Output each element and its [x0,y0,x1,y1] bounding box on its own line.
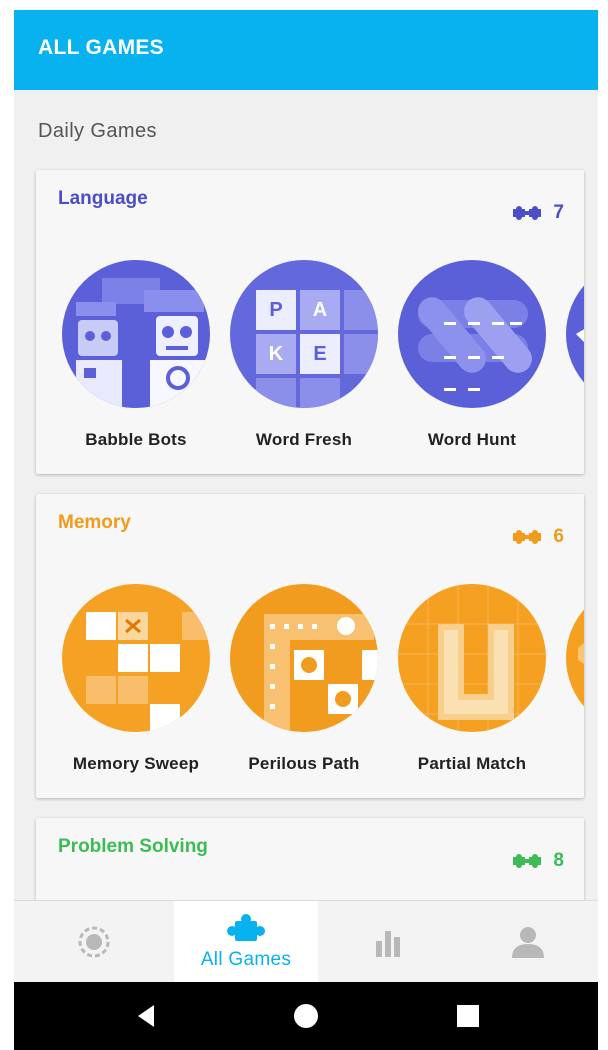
nav-item-stats[interactable] [318,901,458,983]
category-count: 6 [511,526,564,548]
word-fresh-icon: P A K E [230,260,378,408]
section-title: Daily Games [38,120,157,142]
babble-bots-icon [62,260,210,408]
app-screen: ALL GAMES Daily Games Language 7 Babble … [14,10,598,1050]
nav-label: All Games [200,949,292,970]
bottom-navigation: All Games [14,900,598,983]
partial-match-icon [398,584,546,732]
puzzle-icon [513,206,542,220]
game-label: Babble Bots [85,430,187,449]
game-word-fresh[interactable]: P A K E Word Fresh [224,260,384,450]
game-label: Memory Sweep [72,754,200,773]
category-count: 8 [511,850,564,872]
game-label: Partial Match [417,754,527,773]
category-count-value: 6 [553,526,564,547]
nav-item-daily[interactable] [14,901,174,983]
word-hunt-icon [398,260,546,408]
category-count: 7 [511,202,564,224]
category-title: Language [58,188,148,209]
partial-game-icon [566,260,584,408]
category-count-value: 7 [553,202,564,223]
category-title: Problem Solving [58,836,208,857]
back-icon[interactable] [132,1002,160,1030]
word-fresh-tile: E [313,342,327,365]
game-babble-bots[interactable]: Babble Bots [56,260,216,450]
recents-icon[interactable] [454,1002,482,1030]
games-row: Memory Sweep Perilous Path Partial Match [36,584,584,784]
category-count-value: 8 [553,850,564,871]
game-partial-next[interactable] [560,260,584,408]
partial-game-icon [566,584,584,732]
game-word-hunt[interactable]: Word Hunt [392,260,552,450]
game-memory-sweep[interactable]: Memory Sweep [56,584,216,774]
puzzle-icon [513,530,542,544]
game-partial-match[interactable]: Partial Match [392,584,552,774]
word-fresh-tile: P [269,298,283,321]
game-label: Word Hunt [427,430,517,449]
word-fresh-tile: A [312,298,328,321]
person-icon [512,927,544,958]
games-row: Babble Bots P A K E Word Fresh Word Hunt [36,260,584,460]
game-label: Word Fresh [255,430,353,449]
category-card-memory[interactable]: Memory 6 Memory Sweep Perilous Path Part… [36,494,584,798]
perilous-path-icon [230,584,378,732]
memory-sweep-icon [62,584,210,732]
category-title: Memory [58,512,131,533]
puzzle-icon [513,854,542,868]
app-bar-title: ALL GAMES [38,36,164,59]
nav-item-profile[interactable] [458,901,598,983]
puzzle-icon [227,914,265,941]
nav-item-all-games[interactable]: All Games [174,901,318,983]
target-icon [78,926,110,958]
app-bar: ALL GAMES [14,10,598,90]
game-label: S [560,754,584,774]
word-fresh-tile: K [268,342,284,365]
system-nav-bar [14,982,598,1050]
category-card-language[interactable]: Language 7 Babble Bots P A K E Word Fres… [36,170,584,474]
bar-chart-icon [376,931,400,957]
home-icon[interactable] [292,1002,320,1030]
game-partial-next[interactable]: S [560,584,584,774]
game-label: Perilous Path [248,754,360,773]
game-perilous-path[interactable]: Perilous Path [224,584,384,774]
